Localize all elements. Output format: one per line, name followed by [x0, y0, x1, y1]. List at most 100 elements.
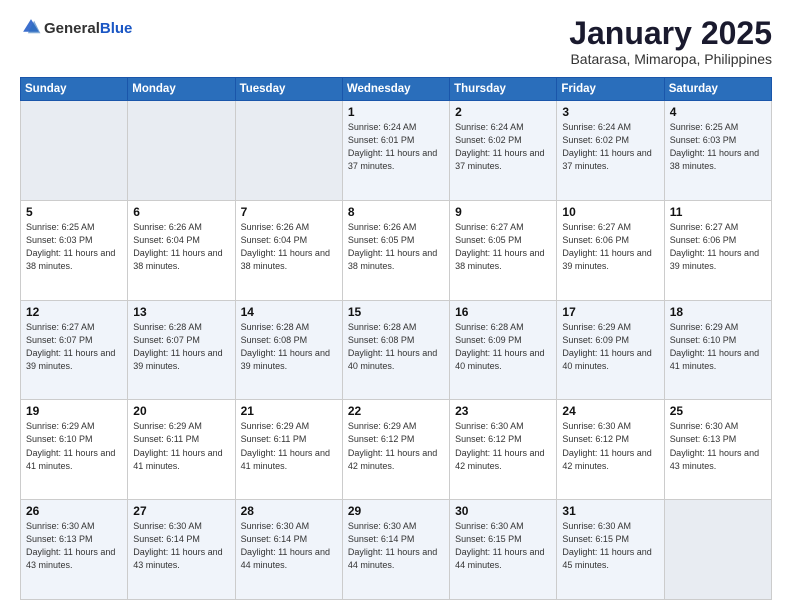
- day-info: Sunrise: 6:29 AMSunset: 6:09 PMDaylight:…: [562, 321, 658, 373]
- day-info: Sunrise: 6:28 AMSunset: 6:08 PMDaylight:…: [348, 321, 444, 373]
- table-row: [235, 101, 342, 201]
- day-info: Sunrise: 6:27 AMSunset: 6:05 PMDaylight:…: [455, 221, 551, 273]
- table-row: 14 Sunrise: 6:28 AMSunset: 6:08 PMDayligh…: [235, 300, 342, 400]
- table-row: 1Sunrise: 6:24 AMSunset: 6:01 PMDaylight…: [342, 101, 449, 201]
- day-info: Sunrise: 6:24 AMSunset: 6:02 PMDaylight:…: [562, 121, 658, 173]
- calendar-week-row: 12 Sunrise: 6:27 AMSunset: 6:07 PMDayligh…: [21, 300, 772, 400]
- day-number: 27: [133, 504, 229, 518]
- header-friday: Friday: [557, 78, 664, 101]
- day-info: Sunrise: 6:26 AMSunset: 6:04 PMDaylight:…: [133, 221, 229, 273]
- day-number: 28: [241, 504, 337, 518]
- day-number: 6: [133, 205, 229, 219]
- header-tuesday: Tuesday: [235, 78, 342, 101]
- table-row: 7Sunrise: 6:26 AMSunset: 6:04 PMDaylight…: [235, 200, 342, 300]
- day-info: Sunrise: 6:26 AMSunset: 6:05 PMDaylight:…: [348, 221, 444, 273]
- day-number: 9: [455, 205, 551, 219]
- day-number: 8: [348, 205, 444, 219]
- table-row: 15 Sunrise: 6:28 AMSunset: 6:08 PMDayligh…: [342, 300, 449, 400]
- day-number: 24: [562, 404, 658, 418]
- day-number: 16: [455, 305, 551, 319]
- day-info: Sunrise: 6:30 AMSunset: 6:15 PMDaylight:…: [562, 520, 658, 572]
- day-number: 13: [133, 305, 229, 319]
- day-number: 4: [670, 105, 766, 119]
- calendar-week-row: 5 Sunrise: 6:25 AMSunset: 6:03 PMDaylight…: [21, 200, 772, 300]
- calendar-week-row: 26 Sunrise: 6:30 AMSunset: 6:13 PMDayligh…: [21, 500, 772, 600]
- table-row: 11 Sunrise: 6:27 AMSunset: 6:06 PMDayligh…: [664, 200, 771, 300]
- header-monday: Monday: [128, 78, 235, 101]
- table-row: 10Sunrise: 6:27 AMSunset: 6:06 PMDayligh…: [557, 200, 664, 300]
- table-row: 22Sunrise: 6:29 AMSunset: 6:12 PMDayligh…: [342, 400, 449, 500]
- calendar-week-row: 19 Sunrise: 6:29 AMSunset: 6:10 PMDayligh…: [21, 400, 772, 500]
- page: GeneralBlue January 2025 Batarasa, Mimar…: [0, 0, 792, 612]
- table-row: 23Sunrise: 6:30 AMSunset: 6:12 PMDayligh…: [450, 400, 557, 500]
- table-row: 13 Sunrise: 6:28 AMSunset: 6:07 PMDayligh…: [128, 300, 235, 400]
- weekday-header-row: Sunday Monday Tuesday Wednesday Thursday…: [21, 78, 772, 101]
- calendar-week-row: 1Sunrise: 6:24 AMSunset: 6:01 PMDaylight…: [21, 101, 772, 201]
- day-info: Sunrise: 6:25 AMSunset: 6:03 PMDaylight:…: [670, 121, 766, 173]
- table-row: 12 Sunrise: 6:27 AMSunset: 6:07 PMDayligh…: [21, 300, 128, 400]
- title-block: January 2025 Batarasa, Mimaropa, Philipp…: [569, 16, 772, 67]
- day-info: Sunrise: 6:30 AMSunset: 6:15 PMDaylight:…: [455, 520, 551, 572]
- day-number: 15: [348, 305, 444, 319]
- day-number: 22: [348, 404, 444, 418]
- day-info: Sunrise: 6:30 AMSunset: 6:13 PMDaylight:…: [670, 420, 766, 472]
- table-row: [128, 101, 235, 201]
- day-number: 11: [670, 205, 766, 219]
- day-info: Sunrise: 6:28 AMSunset: 6:09 PMDaylight:…: [455, 321, 551, 373]
- table-row: 2 Sunrise: 6:24 AMSunset: 6:02 PMDaylight…: [450, 101, 557, 201]
- table-row: 21 Sunrise: 6:29 AMSunset: 6:11 PMDayligh…: [235, 400, 342, 500]
- day-info: Sunrise: 6:29 AMSunset: 6:11 PMDaylight:…: [241, 420, 337, 472]
- logo-icon: [20, 16, 42, 38]
- header: GeneralBlue January 2025 Batarasa, Mimar…: [20, 16, 772, 67]
- day-number: 2: [455, 105, 551, 119]
- table-row: 30 Sunrise: 6:30 AMSunset: 6:15 PMDayligh…: [450, 500, 557, 600]
- table-row: 3 Sunrise: 6:24 AMSunset: 6:02 PMDaylight…: [557, 101, 664, 201]
- day-number: 20: [133, 404, 229, 418]
- header-saturday: Saturday: [664, 78, 771, 101]
- logo: GeneralBlue: [20, 16, 132, 43]
- day-info: Sunrise: 6:28 AMSunset: 6:08 PMDaylight:…: [241, 321, 337, 373]
- table-row: 27Sunrise: 6:30 AMSunset: 6:14 PMDayligh…: [128, 500, 235, 600]
- table-row: 9 Sunrise: 6:27 AMSunset: 6:05 PMDaylight…: [450, 200, 557, 300]
- day-number: 30: [455, 504, 551, 518]
- day-info: Sunrise: 6:27 AMSunset: 6:06 PMDaylight:…: [670, 221, 766, 273]
- table-row: 19 Sunrise: 6:29 AMSunset: 6:10 PMDayligh…: [21, 400, 128, 500]
- day-number: 25: [670, 404, 766, 418]
- day-number: 14: [241, 305, 337, 319]
- day-info: Sunrise: 6:24 AMSunset: 6:01 PMDaylight:…: [348, 121, 444, 173]
- table-row: 28Sunrise: 6:30 AMSunset: 6:14 PMDayligh…: [235, 500, 342, 600]
- table-row: 25 Sunrise: 6:30 AMSunset: 6:13 PMDayligh…: [664, 400, 771, 500]
- table-row: 8 Sunrise: 6:26 AMSunset: 6:05 PMDaylight…: [342, 200, 449, 300]
- day-info: Sunrise: 6:30 AMSunset: 6:13 PMDaylight:…: [26, 520, 122, 572]
- table-row: 17 Sunrise: 6:29 AMSunset: 6:09 PMDayligh…: [557, 300, 664, 400]
- table-row: 5 Sunrise: 6:25 AMSunset: 6:03 PMDaylight…: [21, 200, 128, 300]
- day-info: Sunrise: 6:29 AMSunset: 6:10 PMDaylight:…: [26, 420, 122, 472]
- calendar-title: January 2025: [569, 16, 772, 51]
- day-number: 3: [562, 105, 658, 119]
- day-number: 12: [26, 305, 122, 319]
- calendar-table: Sunday Monday Tuesday Wednesday Thursday…: [20, 77, 772, 600]
- day-number: 7: [241, 205, 337, 219]
- table-row: [21, 101, 128, 201]
- day-number: 23: [455, 404, 551, 418]
- day-info: Sunrise: 6:29 AMSunset: 6:10 PMDaylight:…: [670, 321, 766, 373]
- day-info: Sunrise: 6:28 AMSunset: 6:07 PMDaylight:…: [133, 321, 229, 373]
- day-number: 10: [562, 205, 658, 219]
- header-wednesday: Wednesday: [342, 78, 449, 101]
- day-info: Sunrise: 6:30 AMSunset: 6:12 PMDaylight:…: [562, 420, 658, 472]
- day-info: Sunrise: 6:24 AMSunset: 6:02 PMDaylight:…: [455, 121, 551, 173]
- table-row: 26 Sunrise: 6:30 AMSunset: 6:13 PMDayligh…: [21, 500, 128, 600]
- day-number: 29: [348, 504, 444, 518]
- day-info: Sunrise: 6:27 AMSunset: 6:07 PMDaylight:…: [26, 321, 122, 373]
- day-number: 5: [26, 205, 122, 219]
- calendar-location: Batarasa, Mimaropa, Philippines: [569, 51, 772, 67]
- logo-general-text: General: [44, 21, 100, 38]
- day-number: 17: [562, 305, 658, 319]
- table-row: 6 Sunrise: 6:26 AMSunset: 6:04 PMDaylight…: [128, 200, 235, 300]
- day-number: 19: [26, 404, 122, 418]
- day-info: Sunrise: 6:25 AMSunset: 6:03 PMDaylight:…: [26, 221, 122, 273]
- day-number: 21: [241, 404, 337, 418]
- day-info: Sunrise: 6:30 AMSunset: 6:14 PMDaylight:…: [348, 520, 444, 572]
- header-sunday: Sunday: [21, 78, 128, 101]
- day-number: 26: [26, 504, 122, 518]
